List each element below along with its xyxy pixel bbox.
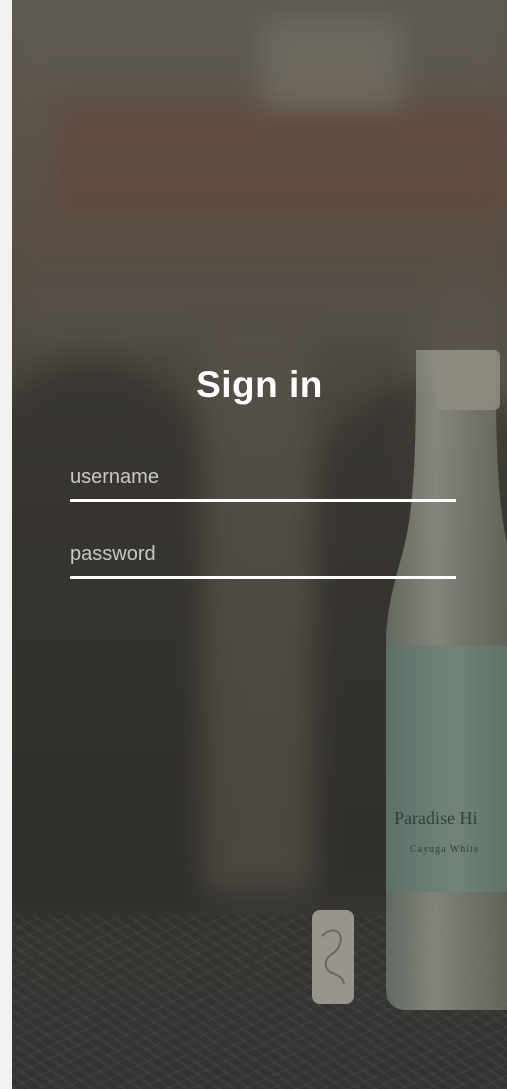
sign-in-form: Sign in <box>12 0 507 1089</box>
password-field-wrapper <box>70 543 456 579</box>
username-field-wrapper <box>70 466 456 502</box>
password-input[interactable] <box>70 543 456 579</box>
login-screen: Paradise Hi Cayuga White Sign in <box>12 0 507 1089</box>
sign-in-title: Sign in <box>196 364 323 405</box>
username-input[interactable] <box>70 466 456 502</box>
